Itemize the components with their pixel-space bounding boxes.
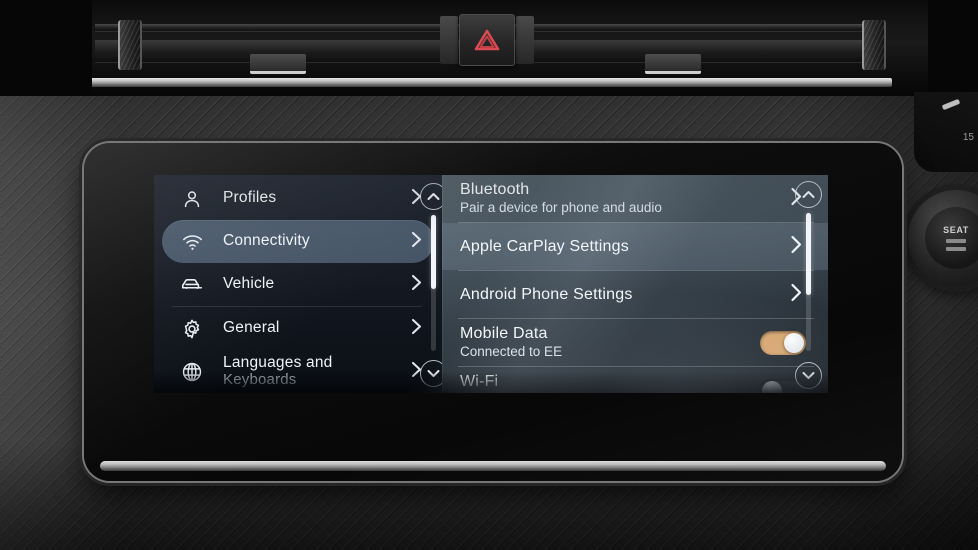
chevron-right-icon [788,282,804,308]
chevron-right-icon [788,234,804,260]
sidebar-item-label: Languages and Keyboards [223,354,409,388]
toggle-knob [784,332,804,353]
cluster-value: 15 [962,132,974,143]
instrument-cluster-edge: 15 [914,92,978,172]
vent-bezel-right [928,0,978,96]
chevron-down-icon [802,372,815,379]
detail-scroll-down-button[interactable] [795,362,822,389]
list-item-subtitle: Pair a device for phone and audio [460,199,662,215]
chevron-right-icon [409,317,424,341]
connectivity-option-list: Bluetooth Pair a device for phone and au… [442,175,828,393]
vent-direction-tab-left[interactable] [250,54,306,74]
climate-knob-indicator-2 [946,247,966,251]
list-item-title: Wi-Fi [460,373,499,391]
list-item-text: Android Phone Settings [460,286,788,304]
screen-chrome-trim [100,461,886,471]
mobile-data-toggle[interactable] [760,330,806,355]
nav-scrollbar[interactable] [431,215,436,351]
globe-icon [179,359,205,385]
hazard-button-flank-left [440,16,458,64]
climate-knob-face: SEAT [925,207,978,269]
list-item-apple-carplay-settings[interactable]: Apple CarPlay Settings [442,223,828,270]
list-item-wifi[interactable]: Wi-Fi Connect vehicle to an [442,367,828,393]
vent-bezel-left [0,0,92,96]
settings-nav-list: Profiles Connectivity Vehicle General La… [154,175,442,393]
detail-scroll-up-button[interactable] [795,181,822,208]
gear-icon [179,316,205,342]
hazard-warning-button[interactable] [459,14,515,66]
list-item-text: Bluetooth Pair a device for phone and au… [460,181,788,216]
list-item-text: Mobile Data Connected to EE [460,325,760,360]
hazard-triangle-icon [474,29,500,51]
sidebar-item-label: General [223,319,280,337]
list-item-bluetooth[interactable]: Bluetooth Pair a device for phone and au… [442,175,828,222]
detail-scrollbar[interactable] [806,213,811,351]
hazard-button-flank-right [516,16,534,64]
chevron-right-icon [409,273,424,297]
infotainment-screen-housing: Profiles Connectivity Vehicle General La… [84,143,902,481]
list-item-text: Wi-Fi Connect vehicle to an [460,373,760,393]
climate-knob-indicator-1 [946,239,966,243]
list-item-title: Android Phone Settings [460,285,633,303]
chevron-up-icon [802,191,815,198]
list-item-text: Apple CarPlay Settings [460,238,788,256]
vent-thumbwheel-left[interactable] [118,20,142,70]
wifi-icon [179,229,205,255]
chevron-right-icon [409,230,424,254]
pane-divider [442,175,443,393]
vent-thumbwheel-right[interactable] [862,20,886,70]
settings-nav-pane: Profiles Connectivity Vehicle General La… [154,175,447,393]
chevron-up-icon [427,193,440,200]
nav-scrollbar-thumb[interactable] [431,215,436,289]
connectivity-detail-pane: Bluetooth Pair a device for phone and au… [442,175,828,393]
list-item-title: Bluetooth [460,181,530,199]
infotainment-display: Profiles Connectivity Vehicle General La… [154,175,828,393]
car-icon [179,272,205,298]
list-item-title: Mobile Data [460,325,548,343]
sidebar-item-general[interactable]: General [162,307,434,350]
list-item-title: Apple CarPlay Settings [460,237,629,255]
vent-direction-tab-right[interactable] [645,54,701,74]
sidebar-item-label: Profiles [223,189,277,207]
list-item-android-phone-settings[interactable]: Android Phone Settings [442,271,828,318]
sidebar-item-languages-and-keyboards[interactable]: Languages and Keyboards [162,350,434,393]
air-vent-panel [0,0,978,96]
climate-knob-label: SEAT [943,225,969,235]
chevron-down-icon [427,370,440,377]
toggle-knob [762,380,782,393]
detail-scrollbar-thumb[interactable] [806,213,811,295]
sidebar-item-connectivity[interactable]: Connectivity [162,220,434,263]
sidebar-item-profiles[interactable]: Profiles [162,177,434,220]
sidebar-item-label-line2: Keyboards [223,370,297,388]
sidebar-item-label: Vehicle [223,275,275,293]
sidebar-item-label: Connectivity [223,232,310,250]
sidebar-item-label-line1: Languages and [223,354,333,372]
list-item-mobile-data[interactable]: Mobile Data Connected to EE [442,319,828,366]
list-item-subtitle: Connected to EE [460,343,563,359]
sidebar-item-vehicle[interactable]: Vehicle [162,263,434,306]
cluster-tick-mark [941,98,961,111]
vent-chrome-trim [86,78,892,87]
list-item-subtitle: Connect vehicle to an [460,392,760,393]
person-icon [179,186,205,212]
